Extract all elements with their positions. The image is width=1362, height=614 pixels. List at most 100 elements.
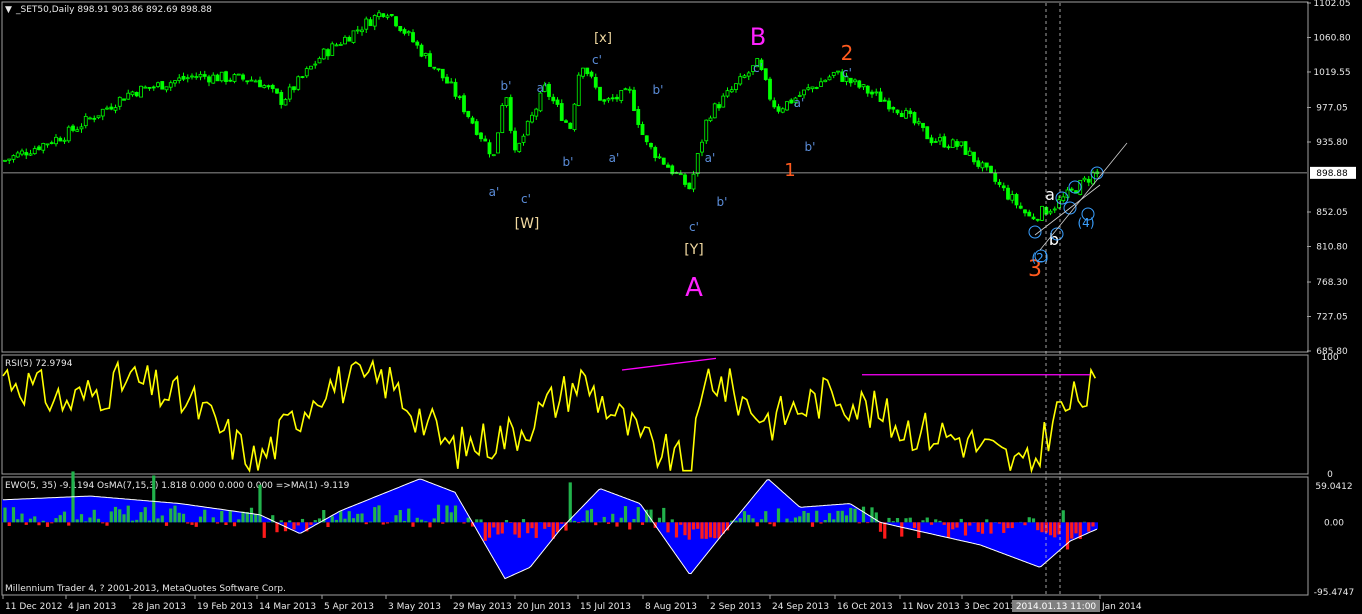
- candle-body: [666, 164, 670, 168]
- osma-bar: [360, 513, 364, 523]
- candle-body: [368, 19, 373, 27]
- osma-bar: [955, 522, 959, 528]
- price-panel[interactable]: [1, 1, 1309, 353]
- osma-bar: [577, 522, 581, 524]
- osma-bar: [683, 522, 687, 536]
- osma-bar: [288, 520, 292, 523]
- osma-bar: [929, 522, 934, 525]
- candle-body: [83, 116, 88, 127]
- osma-bar: [1023, 522, 1027, 526]
- wave-label: 2: [841, 41, 854, 65]
- osma-bar: [385, 522, 390, 524]
- y-axis-labels: 1102.05 1060.80 1019.55 977.05 935.80 898.88 8…: [1307, 0, 1356, 598]
- candle-body: [729, 89, 734, 93]
- osma-bar: [436, 504, 441, 523]
- candle-body: [445, 76, 449, 84]
- candle-body: [972, 151, 976, 163]
- osma-bar: [88, 517, 92, 523]
- osma-bar: [279, 520, 283, 523]
- osma-bar: [747, 514, 751, 523]
- candle-body: [283, 99, 288, 106]
- candle-body: [589, 71, 594, 77]
- candle-body: [623, 88, 628, 91]
- candle-body: [462, 95, 466, 113]
- osma-bar: [560, 522, 564, 524]
- candle-body: [151, 86, 156, 89]
- osma-bar: [802, 510, 806, 523]
- ewo-panel[interactable]: [1, 476, 1309, 596]
- candle-body: [887, 100, 891, 110]
- osma-bar: [704, 522, 708, 539]
- osma-bar: [870, 507, 874, 523]
- osma-bar: [500, 522, 504, 534]
- dropdown-arrow-icon[interactable]: ▼: [5, 5, 12, 15]
- osma-bar: [190, 522, 194, 525]
- y-tick-label: 0: [1327, 470, 1333, 480]
- candle-body: [810, 86, 815, 90]
- osma-bar: [755, 522, 759, 527]
- candle-body: [258, 79, 262, 88]
- osma-bar: [224, 522, 228, 525]
- candle-body: [309, 65, 313, 70]
- wave-label: b': [717, 195, 728, 209]
- candle-body: [721, 95, 726, 108]
- osma-bar: [373, 507, 377, 523]
- candle-body: [593, 77, 598, 88]
- trading-chart[interactable]: ▼ _SET50,Daily 898.91 903.86 892.69 898.…: [0, 0, 1362, 614]
- wave-label: b': [501, 79, 512, 93]
- wave-label: b': [653, 83, 664, 97]
- candle-body: [3, 159, 7, 162]
- candle-body: [113, 107, 118, 111]
- candle-body: [870, 91, 874, 95]
- candle-body: [1082, 177, 1087, 181]
- candle-body: [581, 67, 585, 77]
- osma-bar: [815, 510, 819, 523]
- osma-bar: [810, 522, 815, 527]
- y-tick-label: 898.88: [1316, 169, 1348, 179]
- osma-bar: [101, 522, 105, 524]
- osma-bar: [334, 519, 339, 523]
- osma-bar: [24, 522, 28, 525]
- osma-bar: [203, 509, 207, 523]
- candle-body: [134, 92, 139, 97]
- candle-body: [440, 68, 445, 79]
- osma-bar: [572, 520, 577, 523]
- candle-body: [627, 88, 632, 91]
- candle-body: [921, 122, 925, 128]
- osma-bar: [1087, 522, 1091, 532]
- osma-bar: [674, 522, 679, 538]
- wave-label: [W]: [515, 216, 540, 232]
- osma-bar: [249, 507, 254, 523]
- y-tick-label: 100: [1321, 353, 1338, 363]
- candle-body: [942, 136, 947, 148]
- x-tick-label: 14 Mar 2013: [259, 602, 316, 612]
- candle-body: [700, 141, 704, 153]
- candle-body: [908, 110, 913, 115]
- osma-bar: [687, 522, 691, 540]
- candle-body: [610, 97, 615, 100]
- osma-bar: [657, 517, 662, 523]
- candle-body: [168, 82, 173, 88]
- osma-bar: [708, 522, 713, 538]
- osma-bar: [368, 521, 373, 523]
- osma-bar: [959, 518, 963, 523]
- osma-bar: [330, 516, 334, 523]
- candle-body: [912, 112, 917, 124]
- candle-body: [1018, 205, 1023, 209]
- osma-bar: [292, 522, 296, 530]
- candle-body: [54, 136, 58, 145]
- candle-body: [483, 138, 488, 142]
- osma-bar: [33, 516, 37, 523]
- candle-body: [725, 90, 730, 97]
- osma-bar: [742, 511, 747, 523]
- candle-body: [853, 79, 857, 83]
- x-tick-label: 20 Jun 2013: [517, 602, 571, 612]
- candle-body: [411, 32, 415, 43]
- osma-bar: [606, 522, 611, 524]
- candle-body: [347, 36, 352, 42]
- osma-bar: [113, 506, 118, 523]
- osma-bar: [989, 522, 993, 534]
- osma-bar: [466, 517, 470, 523]
- candle-body: [780, 108, 785, 113]
- candle-body: [785, 101, 789, 111]
